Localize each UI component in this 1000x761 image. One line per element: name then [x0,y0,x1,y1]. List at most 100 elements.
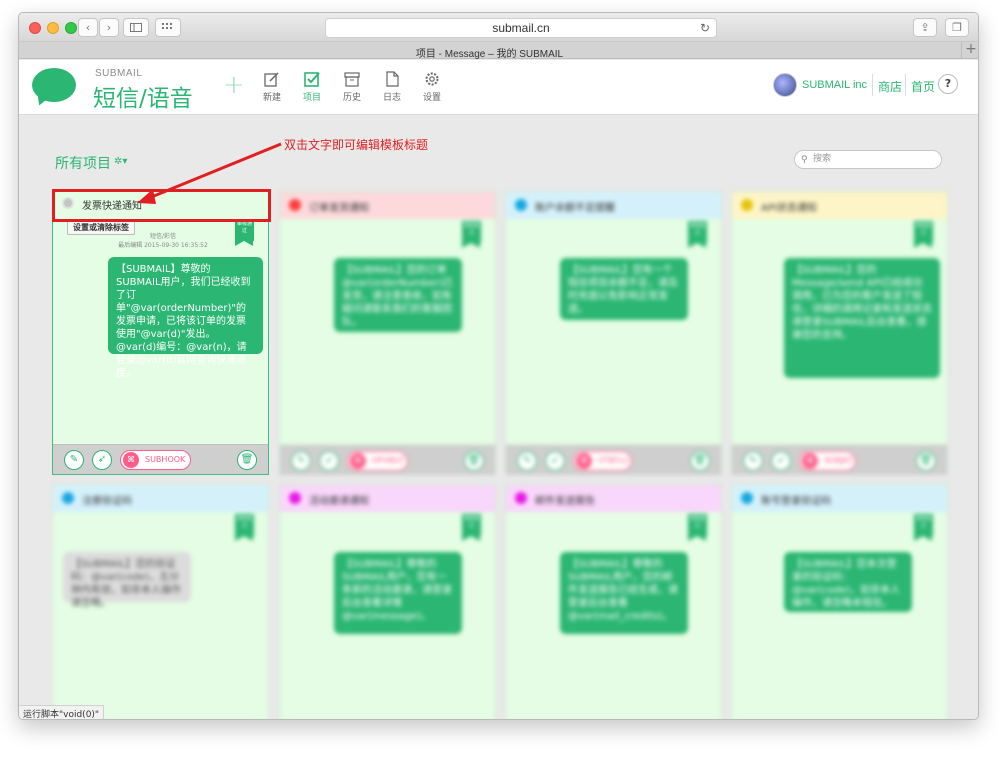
nav-settings-label: 设置 [422,93,441,103]
status-dot-icon[interactable] [741,199,753,211]
search-icon: ⚲ [801,155,808,165]
message-bubble[interactable]: 【SUBMAIL】尊敬的SUBMAIL用户，我们已经收到了订单"@var(ord… [108,257,263,379]
new-icon [264,72,279,87]
tag-icon: ⌘ [350,453,366,469]
nav-log[interactable]: 日志 [377,71,407,103]
card-title[interactable]: API状态通知 [761,199,817,214]
project-card[interactable]: API状态通知 审核通过 【SUBMAIL】您的Message/send API… [731,191,948,475]
tag-chip[interactable]: ⌘ VTBFLU [573,451,632,471]
tag-text: SUBHOOK [145,455,186,464]
new-tab-button[interactable]: + [961,42,978,58]
tag-chip[interactable]: ⌘ HPVBGT [347,451,409,471]
card-title[interactable]: 活动邀请通知 [309,492,369,507]
tag-text: VTBFLU [598,456,629,465]
tabs-overview-button[interactable]: ❐ [945,18,969,37]
nav-new-label: 新建 [262,93,281,103]
project-card[interactable]: 订单发货通知 审核通过 【SUBMAIL】您的订单@var(orderNumbe… [279,191,496,475]
status-dot-icon[interactable] [515,492,527,504]
edit-pencil-icon[interactable]: ✎ [64,450,84,470]
approved-flag-icon: 审核通过 [688,221,707,248]
home-link[interactable]: 首页 [911,78,935,95]
back-button[interactable]: ‹ [78,18,98,37]
delete-trash-icon[interactable]: 🗑 [690,451,710,471]
message-bubble[interactable]: 【SUBMAIL】您的订单@var(orderNumber)已发货，请注意查收，… [334,258,462,332]
approved-flag-icon: 审核通过 [462,221,481,248]
project-card[interactable]: 账户余额不足提醒 审核通过 【SUBMAIL】您有一个短信项目余额不足，请及时充… [505,191,722,475]
archive-icon [344,72,360,87]
help-button[interactable]: ? [938,74,958,94]
close-window-button[interactable] [29,22,41,34]
card-toolbar: ✎ ➶ ⌘ HPVBGT 🗑 [280,445,495,475]
address-bar[interactable]: submail.cn ↻ [325,18,717,38]
edit-pencil-icon[interactable]: ✎ [291,451,311,471]
card-title[interactable]: 邮件发送报告 [535,492,595,507]
annotation-arrow-icon [137,142,282,204]
send-rocket-icon[interactable]: ➶ [92,450,112,470]
card-title[interactable]: 账户余额不足提醒 [535,199,615,214]
account-menu[interactable]: SUBMAIL inc [773,73,867,97]
chevron-right-icon: › [106,21,112,34]
zoom-window-button[interactable] [65,22,77,34]
nav-history-label: 历史 [342,93,361,103]
add-icon[interactable]: + [223,72,245,98]
send-rocket-icon[interactable]: ➶ [545,451,565,471]
card-title[interactable]: 注册验证码 [82,492,132,507]
project-card[interactable]: 发票快递通知 设置或清除标签 审核通过 短信/彩信 最后编辑 2015-09-3… [52,189,269,475]
project-card[interactable]: 账号登录验证码 审核通过 【SUBMAIL】您本次登录的验证码：@var(cod… [731,484,948,719]
card-toolbar: ✎ ➶ ⌘ 9OBJKT 🗑 [732,445,947,475]
grid-icon [162,23,172,29]
card-header: 活动邀请通知 [280,485,495,512]
account-name[interactable]: SUBMAIL inc [802,79,867,91]
store-link[interactable]: 商店 [878,78,902,95]
brand-title[interactable]: 短信/语音 [93,79,193,113]
search-input[interactable]: ⚲ 搜索 [794,150,942,169]
delete-trash-icon[interactable]: 🗑 [916,451,936,471]
forward-button[interactable]: › [99,18,119,37]
log-icon [386,71,399,87]
card-title[interactable]: 账号登录验证码 [761,492,831,507]
edit-pencil-icon[interactable]: ✎ [517,451,537,471]
tag-chip[interactable]: ⌘ SUBHOOK [120,450,192,470]
minimize-window-button[interactable] [47,22,59,34]
project-card[interactable]: 邮件发送报告 审核通过 【SUBMAIL】尊敬的SUBMAIL用户，您的邮件发送… [505,484,722,719]
top-sites-button[interactable] [155,18,181,37]
card-toolbar: ✎ ➶ ⌘ VTBFLU 🗑 [506,445,721,475]
message-bubble[interactable]: 【SUBMAIL】您有一个短信项目余额不足，请及时充值以免影响正常发送。 [560,258,688,320]
projects-area: 所有项目 ✲▾ ⚲ 搜索 发票快递通知 设置或清除标签 审核通过 短信/彩信 最… [19,116,978,719]
project-card[interactable]: 活动邀请通知 审核通过 【SUBMAIL】尊敬的SUBMAIL用户，您有一条新的… [279,484,496,719]
card-toolbar: ✎ ➶ ⌘ SUBHOOK 🗑 [53,444,268,474]
gear-icon [425,72,439,86]
tag-icon: ⌘ [576,453,592,469]
send-rocket-icon[interactable]: ➶ [319,451,339,471]
tab-title[interactable]: 项目 - Message – 我的 SUBMAIL [19,45,960,60]
nav-settings[interactable]: 设置 [417,71,447,103]
tag-chip[interactable]: ⌘ 9OBJKT [799,451,857,471]
divider [872,74,873,96]
nav-project[interactable]: 项目 [297,71,327,103]
approved-flag-icon: 审核通过 [688,514,707,541]
status-dot-icon[interactable] [515,199,527,211]
message-bubble[interactable]: 【SUBMAIL】您的验证码：@var(code)，五分钟内有效，如非本人操作请… [63,552,191,609]
nav-history[interactable]: 历史 [337,71,367,103]
share-button[interactable]: ⇪ [913,18,937,37]
status-dot-icon[interactable] [62,492,74,504]
message-bubble[interactable]: 【SUBMAIL】尊敬的SUBMAIL用户，您有一条新的活动邀请，请登录后台查看… [334,552,462,634]
message-bubble[interactable]: 【SUBMAIL】您本次登录的验证码：@var(code)，如非本人操作，请忽略… [784,552,912,612]
sidebar-toggle-button[interactable] [123,18,149,37]
message-bubble[interactable]: 【SUBMAIL】您的Message/send API已经成功调用，已为您的客户… [784,258,940,378]
project-card[interactable]: 注册验证码 审核通过 【SUBMAIL】您的验证码：@var(code)，五分钟… [52,484,269,719]
avatar[interactable] [773,73,797,97]
delete-trash-icon[interactable]: 🗑 [237,450,257,470]
status-dot-icon[interactable] [289,492,301,504]
sidebar-icon [130,23,142,32]
nav-new[interactable]: 新建 [257,71,287,103]
share-icon: ⇪ [920,21,930,34]
delete-trash-icon[interactable]: 🗑 [464,451,484,471]
status-dot-icon[interactable] [741,492,753,504]
message-bubble[interactable]: 【SUBMAIL】尊敬的SUBMAIL用户，您的邮件发送报告已经生成，请登录后台… [560,552,688,634]
edit-pencil-icon[interactable]: ✎ [743,451,763,471]
reload-icon[interactable]: ↻ [700,21,710,35]
card-header: API状态通知 [732,192,947,219]
send-rocket-icon[interactable]: ➶ [771,451,791,471]
card-header: 注册验证码 [53,485,268,512]
